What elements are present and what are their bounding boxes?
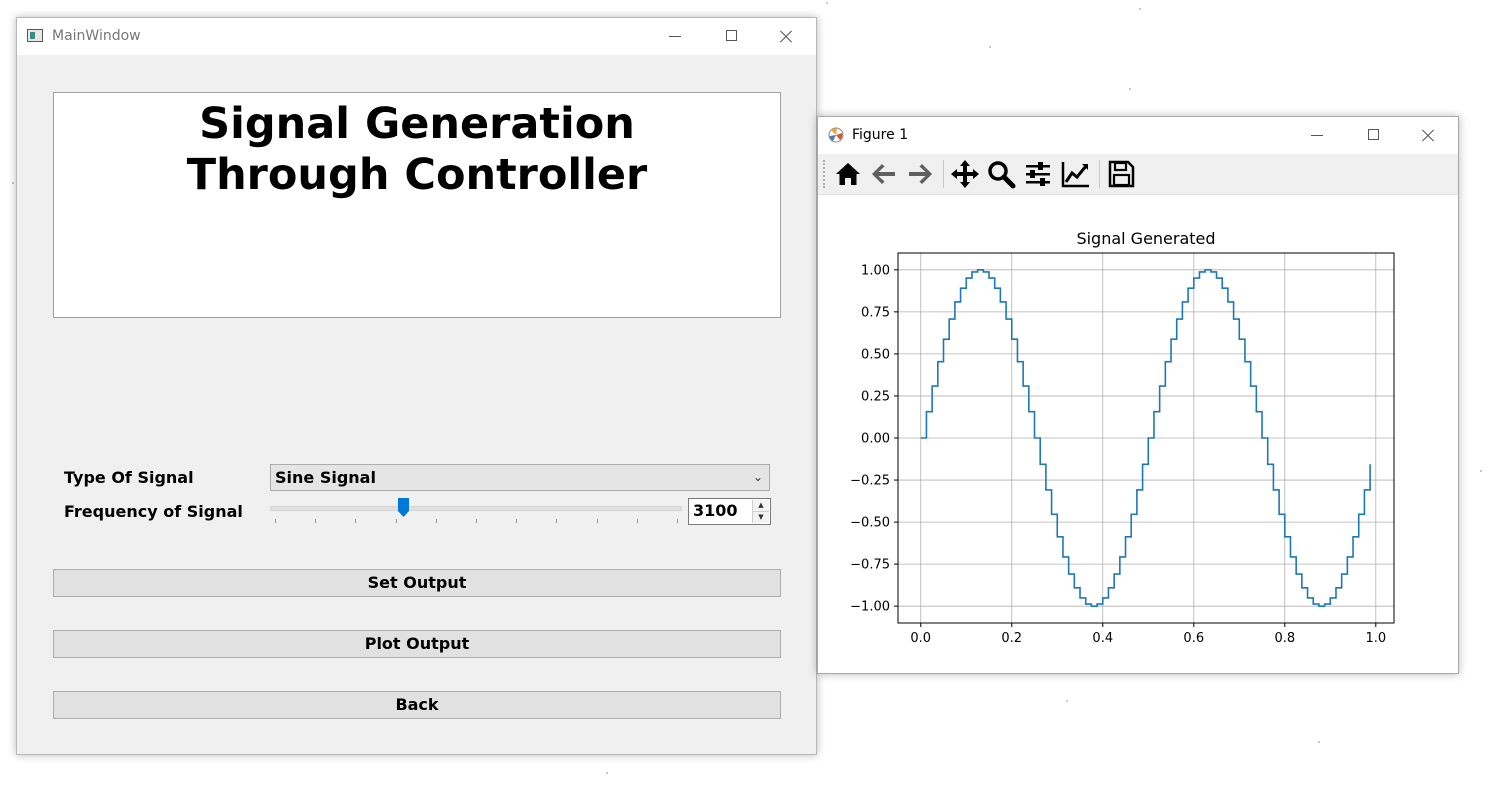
spin-down-icon[interactable]: ▼ <box>753 512 769 523</box>
frequency-slider[interactable] <box>270 498 682 528</box>
minimize-icon <box>1311 135 1323 136</box>
y-tick-label: −0.50 <box>850 516 890 531</box>
x-tick-label: 1.0 <box>1365 631 1386 646</box>
toolbar-grip[interactable] <box>823 160 827 188</box>
signal-chart: 0.0 0.2 0.4 0.6 0.8 1.0 1.00 0.75 0.50 0.25 0.00 −0… <box>850 229 1395 646</box>
zoom-icon <box>988 161 1016 189</box>
x-tick-label: 0.0 <box>910 631 931 646</box>
close-button[interactable] <box>762 18 808 55</box>
figure-maximize-button[interactable] <box>1351 117 1397 154</box>
edit-axis-icon <box>1061 162 1089 188</box>
slider-groove <box>270 506 682 511</box>
slider-tick <box>516 519 518 523</box>
zoom-button[interactable] <box>985 158 1017 190</box>
figure-window: Figure 1 0.0 0.2 0.4 0.6 0.8 1.0 1.00 0.… <box>817 116 1459 674</box>
background-speck <box>989 46 991 48</box>
matplotlib-icon <box>828 127 844 143</box>
y-tick-label: 0.00 <box>861 432 890 447</box>
x-tick-label: 0.8 <box>1274 631 1295 646</box>
background-speck <box>826 2 828 4</box>
figure-minimize-button[interactable] <box>1294 117 1340 154</box>
slider-tick <box>355 519 357 523</box>
slider-tick <box>556 519 558 523</box>
x-tick-label: 0.4 <box>1092 631 1113 646</box>
window-title: MainWindow <box>52 28 141 44</box>
y-tick-label: −0.75 <box>850 558 890 573</box>
set-output-button[interactable]: Set Output <box>53 569 781 597</box>
pan-icon <box>951 160 979 188</box>
y-tick-label: −0.25 <box>850 474 890 489</box>
background-speck <box>606 772 608 774</box>
signal-type-value: Sine Signal <box>275 468 376 487</box>
y-tick-label: −1.00 <box>850 600 890 615</box>
background-speck <box>12 182 14 184</box>
forward-view-button[interactable] <box>904 158 936 190</box>
back-arrow-icon <box>872 164 895 184</box>
back-view-button[interactable] <box>868 158 900 190</box>
y-tick-label: 0.25 <box>861 389 890 404</box>
y-tick-label: 0.75 <box>861 305 890 320</box>
configure-subplots-icon <box>1026 162 1050 186</box>
page-title: Signal Generation Through Controller <box>186 99 648 200</box>
title-display: Signal Generation Through Controller <box>53 92 781 318</box>
slider-tick <box>677 519 678 523</box>
save-button[interactable] <box>1105 158 1137 190</box>
background-speck <box>1139 8 1141 10</box>
home-icon <box>836 163 860 185</box>
figure-titlebar[interactable]: Figure 1 <box>818 117 1458 154</box>
x-tick-label: 0.6 <box>1183 631 1204 646</box>
slider-handle[interactable] <box>398 498 410 517</box>
back-button[interactable]: Back <box>53 691 781 719</box>
frequency-value: 3100 <box>693 501 738 520</box>
figure-close-button[interactable] <box>1404 117 1450 154</box>
spin-up-icon[interactable]: ▲ <box>753 500 769 512</box>
save-icon <box>1108 160 1135 188</box>
configure-subplots-button[interactable] <box>1022 158 1054 190</box>
maximize-button[interactable] <box>709 18 755 55</box>
app-window-icon <box>27 29 43 42</box>
background-speck <box>1318 741 1320 743</box>
signal-type-dropdown[interactable]: Sine Signal ⌄ <box>270 464 770 491</box>
minimize-button[interactable] <box>652 18 698 55</box>
signal-type-label: Type Of Signal <box>64 468 194 487</box>
maximize-icon <box>1368 129 1379 140</box>
x-tick-label: 0.2 <box>1001 631 1022 646</box>
maximize-icon <box>726 30 737 41</box>
minimize-icon <box>669 36 681 37</box>
main-titlebar[interactable]: MainWindow <box>17 18 816 55</box>
figure-toolbar <box>818 154 1458 195</box>
background-speck <box>1480 470 1482 472</box>
main-window: MainWindow Signal Generation Through Con… <box>16 17 817 755</box>
edit-axis-button[interactable] <box>1060 158 1092 190</box>
figure-title: Figure 1 <box>852 127 909 143</box>
y-tick-label: 0.50 <box>861 347 890 362</box>
slider-tick <box>275 519 276 523</box>
slider-tick <box>435 519 437 523</box>
chart-title: Signal Generated <box>1076 229 1215 248</box>
y-tick-label: 1.00 <box>861 263 890 278</box>
slider-tick <box>315 519 317 523</box>
home-button[interactable] <box>832 158 864 190</box>
slider-tick <box>395 519 397 523</box>
slider-tick <box>476 519 477 523</box>
chevron-down-icon: ⌄ <box>752 470 763 484</box>
slider-tick <box>636 519 638 523</box>
forward-arrow-icon <box>909 164 932 184</box>
slider-tick <box>596 519 598 523</box>
background-speck <box>1129 88 1131 90</box>
plot-output-button[interactable]: Plot Output <box>53 630 781 658</box>
background-speck <box>1066 700 1068 702</box>
pan-button[interactable] <box>949 158 981 190</box>
frequency-spinbox[interactable]: 3100 ▲ ▼ <box>688 498 771 525</box>
frequency-label: Frequency of Signal <box>64 502 243 521</box>
